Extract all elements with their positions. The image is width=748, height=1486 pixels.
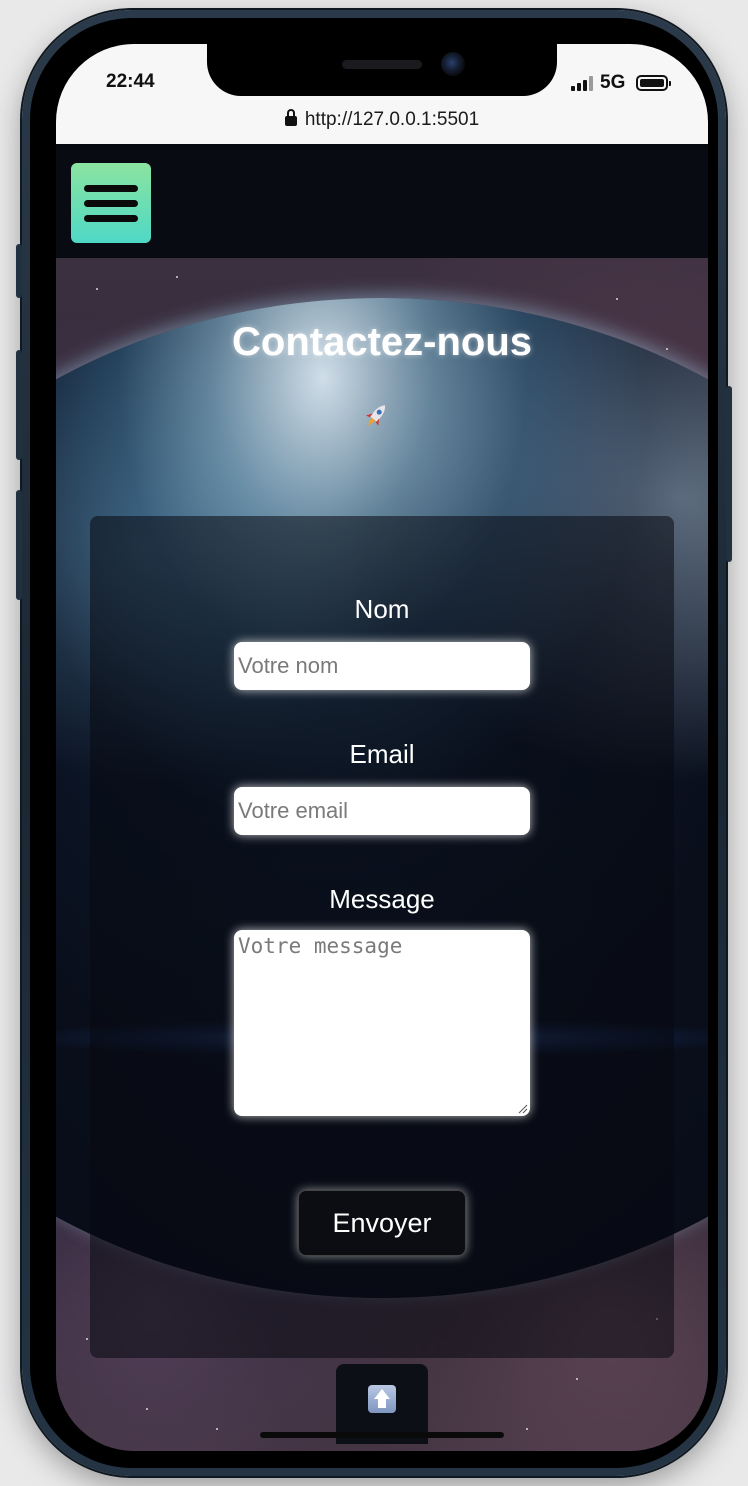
submit-button[interactable]: Envoyer xyxy=(298,1190,466,1256)
name-label: Nom xyxy=(354,594,410,624)
contact-form: Nom Email Message Envoyer xyxy=(90,516,674,1358)
hamburger-line xyxy=(84,200,138,207)
message-textarea[interactable] xyxy=(234,930,530,1116)
up-arrow-icon xyxy=(368,1385,396,1413)
hamburger-menu-button[interactable] xyxy=(71,163,151,243)
lock-icon xyxy=(284,109,297,126)
url-bar[interactable]: http://127.0.0.1:5501 xyxy=(56,104,708,140)
email-label: Email xyxy=(349,739,415,769)
speaker-grille xyxy=(342,60,422,69)
rocket-icon xyxy=(366,405,386,426)
phone-screen: 22:44 5G http://127.0.0.1:5501 Contactez… xyxy=(56,44,708,1451)
side-button-power xyxy=(726,386,732,562)
hero-background: Contactez-nous Nom Email Message Envoyer xyxy=(56,258,708,1451)
resize-handle-icon[interactable] xyxy=(518,1104,528,1114)
battery-icon xyxy=(636,75,671,91)
status-bar: 22:44 5G http://127.0.0.1:5501 xyxy=(56,44,708,144)
signal-icon xyxy=(571,75,595,91)
side-button-volume-down xyxy=(16,490,22,600)
email-input[interactable] xyxy=(234,787,530,835)
side-button-volume-up xyxy=(16,350,22,460)
hamburger-menu-icon xyxy=(84,185,138,192)
message-label: Message xyxy=(329,884,435,914)
page-title: Contactez-nous xyxy=(232,320,532,364)
home-indicator[interactable] xyxy=(260,1432,504,1438)
hamburger-line xyxy=(84,215,138,222)
url-text: http://127.0.0.1:5501 xyxy=(304,109,480,130)
network-type: 5G xyxy=(600,72,626,93)
name-input[interactable] xyxy=(234,642,530,690)
navbar xyxy=(56,148,708,258)
status-time: 22:44 xyxy=(106,71,155,92)
side-button-mute xyxy=(16,244,22,298)
front-camera-icon xyxy=(441,52,465,76)
notch xyxy=(207,44,557,96)
